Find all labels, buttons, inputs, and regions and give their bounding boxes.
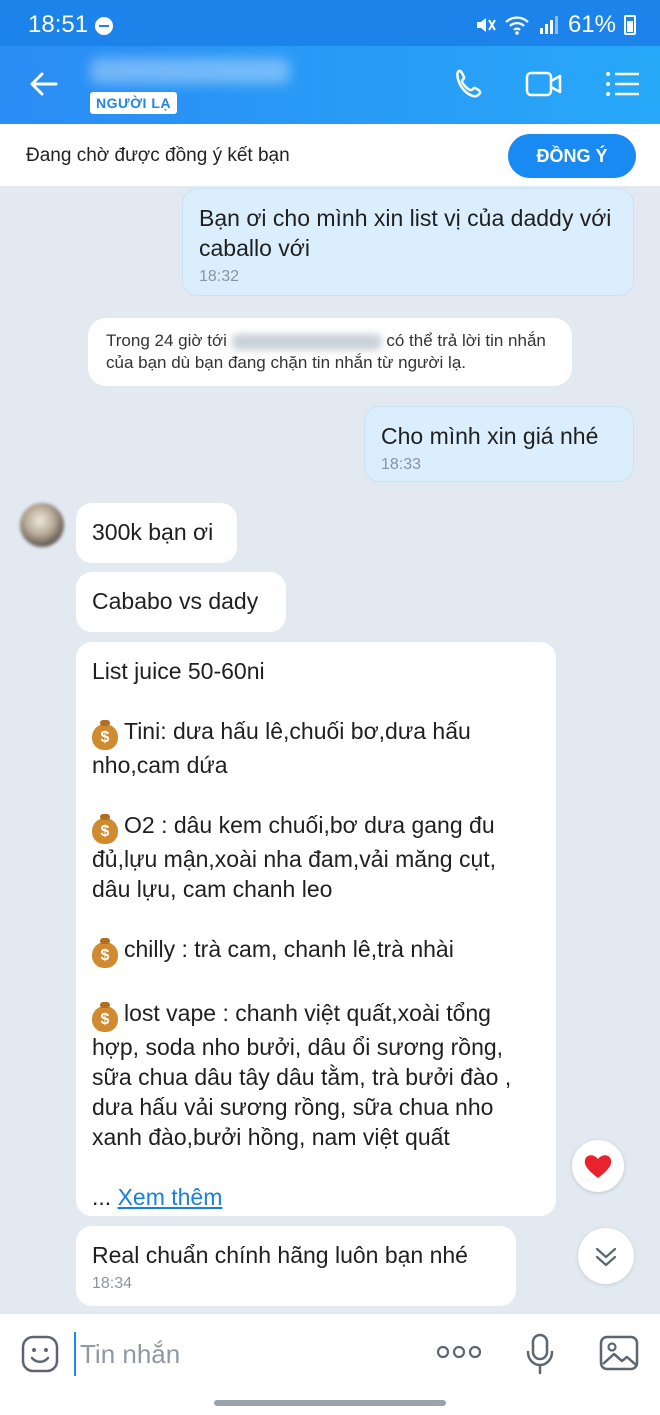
blurred-contact-name [231, 333, 382, 350]
incoming-message[interactable]: Cababo vs dady [76, 572, 286, 632]
emoji-sticker-icon[interactable] [20, 1334, 60, 1374]
money-bag-icon: $ [92, 1002, 118, 1032]
double-chevron-down-icon [595, 1247, 617, 1267]
outgoing-message[interactable]: Cho mình xin giá nhé 18:33 [364, 406, 634, 482]
react-button[interactable] [572, 1140, 624, 1192]
incoming-list-message[interactable]: List juice 50-60ni $ Tini: dưa hấu lê,chu… [76, 642, 556, 1216]
more-options-icon[interactable] [436, 1342, 482, 1362]
outgoing-message[interactable]: Bạn ơi cho mình xin list vị của daddy vớ… [182, 188, 634, 296]
mute-icon [476, 18, 496, 32]
message-time: 18:33 [381, 456, 422, 473]
battery-percent: 61% [567, 11, 616, 38]
list-item: $ Tini: dưa hấu lê,chuối bơ,dưa hấu nho,c… [92, 718, 478, 778]
system-notice: Trong 24 giờ tới có thể trả lời tin nhắn… [88, 318, 572, 386]
list-title: List juice 50-60ni [92, 658, 265, 684]
message-text: Cababo vs dady [92, 588, 259, 614]
stranger-badge: NGƯỜI LẠ [90, 92, 177, 114]
message-text: Real chuẩn chính hãng luôn bạn nhé [92, 1242, 468, 1268]
incoming-message[interactable]: 300k bạn ơi [76, 503, 237, 563]
money-bag-icon: $ [92, 814, 118, 844]
wifi-icon [505, 16, 529, 35]
contact-avatar[interactable] [20, 503, 64, 547]
list-item: $ lost vape : chanh việt quất,xoài tổng h… [92, 1000, 518, 1150]
message-text: Cho mình xin giá nhé [381, 423, 599, 449]
signal-icon [539, 16, 558, 34]
message-input[interactable] [74, 1332, 414, 1376]
chat-header: NGƯỜI LẠ [0, 46, 660, 124]
heart-icon [584, 1155, 612, 1178]
contact-name-blurred[interactable] [90, 58, 290, 84]
accept-friend-button[interactable]: ĐỒNG Ý [508, 134, 636, 178]
message-text: Bạn ơi cho mình xin list vị của daddy vớ… [199, 205, 612, 261]
list-item: $ chilly : trà cam, chanh lê,trà nhài [92, 934, 540, 968]
friend-request-bar: Đang chờ được đồng ý kết bạn ĐỒNG Ý [0, 124, 660, 186]
back-arrow-icon[interactable] [26, 66, 62, 102]
incoming-message[interactable]: Real chuẩn chính hãng luôn bạn nhé 18:34 [76, 1226, 516, 1306]
message-text: 300k bạn ơi [92, 519, 214, 545]
image-gallery-icon[interactable] [598, 1334, 640, 1372]
list-item: $ O2 : dâu kem chuối,bơ dưa gang đu đủ,lự… [92, 812, 503, 902]
ellipsis: ... [92, 1184, 112, 1210]
scroll-to-bottom-button[interactable] [578, 1228, 634, 1284]
money-bag-icon: $ [92, 720, 118, 750]
status-bar: 18:51 61% [0, 0, 660, 46]
microphone-icon[interactable] [524, 1332, 556, 1376]
system-notice-before: Trong 24 giờ tới [106, 331, 227, 350]
video-call-icon[interactable] [524, 66, 564, 102]
menu-list-icon[interactable] [602, 66, 642, 102]
battery-icon [624, 15, 636, 35]
status-time: 18:51 [28, 11, 89, 38]
phone-icon[interactable] [450, 66, 490, 102]
money-bag-icon: $ [92, 938, 118, 968]
home-indicator[interactable] [214, 1400, 446, 1406]
see-more-link[interactable]: Xem thêm [118, 1184, 223, 1210]
message-time: 18:32 [199, 268, 240, 285]
status-indicators: 61% [474, 11, 636, 39]
message-time: 18:34 [92, 1275, 133, 1292]
see-more-row: ... Xem thêm [92, 1182, 540, 1212]
friend-request-text: Đang chờ được đồng ý kết bạn [26, 145, 290, 166]
do-not-disturb-icon [95, 17, 113, 35]
